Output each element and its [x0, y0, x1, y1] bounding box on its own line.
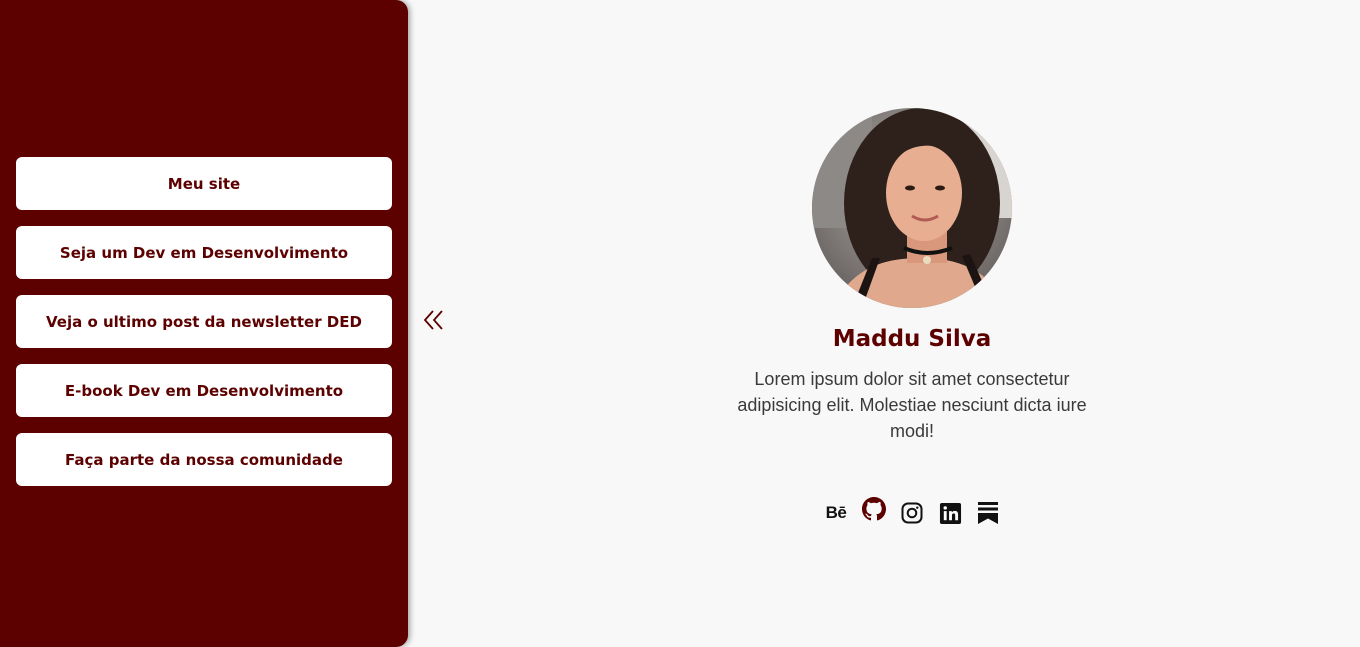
double-chevron-left-icon	[423, 310, 443, 330]
substack-icon	[978, 502, 998, 524]
substack-link[interactable]	[975, 500, 1001, 526]
collapse-sidebar-button[interactable]	[422, 305, 446, 335]
profile-name: Maddu Silva	[832, 326, 992, 352]
link-button-seja-dev[interactable]: Seja um Dev em Desenvolvimento	[16, 226, 392, 279]
link-button-meu-site[interactable]: Meu site	[16, 157, 392, 210]
linkedin-link[interactable]	[937, 500, 963, 526]
social-links: Bē	[823, 497, 1001, 526]
link-list: Meu site Seja um Dev em Desenvolvimento …	[16, 157, 392, 502]
profile-bio: Lorem ipsum dolor sit amet consectetur a…	[737, 369, 1087, 441]
link-button-ebook[interactable]: E-book Dev em Desenvolvimento	[16, 364, 392, 417]
behance-link[interactable]: Bē	[823, 500, 849, 526]
avatar	[812, 108, 1012, 308]
profile-card: Maddu Silva Lorem ipsum dolor sit amet c…	[712, 108, 1112, 526]
instagram-link[interactable]	[899, 500, 925, 526]
github-icon	[862, 497, 886, 521]
link-button-comunidade[interactable]: Faça parte da nossa comunidade	[16, 433, 392, 486]
linkedin-icon	[939, 502, 961, 524]
instagram-icon	[901, 502, 923, 524]
link-button-newsletter[interactable]: Veja o ultimo post da newsletter DED	[16, 295, 392, 348]
github-link[interactable]	[861, 496, 887, 522]
sidebar: Meu site Seja um Dev em Desenvolvimento …	[0, 0, 408, 647]
behance-icon: Bē	[825, 503, 847, 522]
